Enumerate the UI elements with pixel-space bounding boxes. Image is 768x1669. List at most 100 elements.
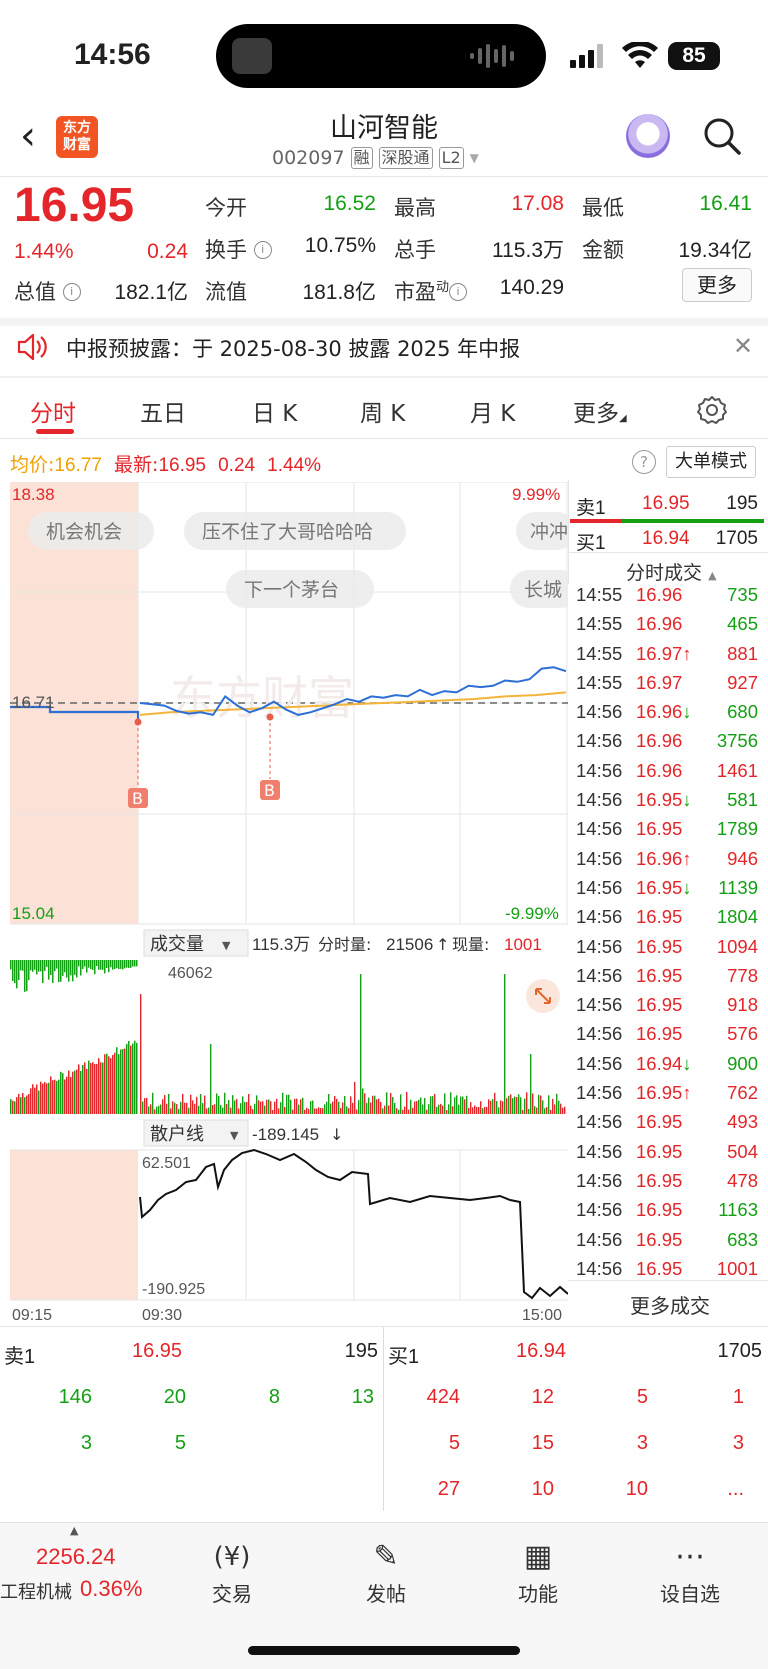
- volume-bar: [96, 1063, 98, 1114]
- volume-bar: [498, 1107, 500, 1114]
- volume-bar: [150, 1104, 152, 1114]
- volume-bar: [354, 1081, 356, 1114]
- volume-bar: [70, 1076, 72, 1114]
- tab-five-day[interactable]: 五日: [140, 394, 186, 428]
- trades-title[interactable]: 分时成交 ▲: [626, 558, 717, 585]
- auction-bar: [72, 960, 74, 982]
- close-icon[interactable]: ✕: [733, 332, 753, 360]
- volume-bar: [496, 1100, 498, 1114]
- more-button[interactable]: 更多: [682, 268, 752, 302]
- volume-bar: [420, 1097, 422, 1114]
- volume-bar: [312, 1100, 314, 1114]
- tab-more[interactable]: 更多◢: [573, 394, 627, 428]
- volume-bar: [206, 1108, 208, 1114]
- volume-bar: [60, 1071, 62, 1114]
- volume-bar: [40, 1081, 42, 1114]
- volume-bar: [522, 1109, 524, 1114]
- volume-bar: [220, 1105, 222, 1114]
- danmaku-bubble: 机会机会: [46, 521, 122, 543]
- retail-bottom-value: -190.925: [142, 1281, 205, 1298]
- trade-time: 14:56: [576, 876, 623, 898]
- settings-gear-icon[interactable]: [696, 394, 728, 426]
- volume-bar: [424, 1098, 426, 1114]
- nav-functions[interactable]: ▦ 功能: [488, 1536, 588, 1607]
- tab-daily-k[interactable]: 日 K: [252, 394, 297, 428]
- volume-bar: [200, 1094, 202, 1114]
- volume-bar: [472, 1107, 474, 1114]
- volume-bar: [44, 1082, 46, 1114]
- nav-trade[interactable]: (¥) 交易: [182, 1536, 282, 1607]
- volume-bar: [34, 1087, 36, 1114]
- volume-bar: [396, 1108, 398, 1114]
- connect-tag: 深股通: [378, 147, 433, 169]
- volume-bar: [384, 1105, 386, 1114]
- notice-text[interactable]: 中报预披露：于 2025-08-30 披露 2025 年中报: [66, 333, 520, 363]
- volume-bar: [148, 1106, 150, 1114]
- intraday-chart[interactable]: 东方财富 B B 机会机会 压不住了大哥哈哈哈 冲冲 下一个茅台 长城 18.3…: [10, 482, 568, 1324]
- trade-row: 14:56 16.95 778: [572, 965, 764, 994]
- volume-bar: [196, 1096, 198, 1114]
- big-order-mode-button[interactable]: 大单模式: [666, 446, 756, 478]
- trade-price: 16.95↓: [636, 876, 692, 898]
- volume-bar: [454, 1097, 456, 1114]
- trade-row: 14:56 16.95 918: [572, 994, 764, 1023]
- tab-intraday[interactable]: 分时: [30, 394, 76, 428]
- time-label-start: 09:15: [12, 1307, 52, 1324]
- trade-row: 14:56 16.95 1001: [572, 1258, 764, 1287]
- volume-bar: [204, 1095, 206, 1114]
- trade-row: 14:56 16.95↑ 762: [572, 1082, 764, 1111]
- volume-bar: [300, 1099, 302, 1114]
- volume-bar: [94, 1063, 96, 1114]
- volume-bar: [442, 1105, 444, 1114]
- auction-bar: [26, 960, 28, 992]
- volume-bar: [298, 1104, 300, 1114]
- volume-bar: [500, 1100, 502, 1114]
- assistant-robot-icon[interactable]: [626, 114, 670, 158]
- high-value: 17.08: [511, 192, 564, 215]
- volume-bar: [74, 1070, 76, 1114]
- sell-queue-order: 5: [174, 1432, 186, 1454]
- low-value: 16.41: [699, 192, 752, 215]
- volume-bar: [284, 1106, 286, 1114]
- volume-bar: [192, 1100, 194, 1114]
- help-icon[interactable]: ?: [632, 450, 656, 474]
- sector-change[interactable]: 0.36%: [80, 1576, 142, 1602]
- trade-row: 14:56 16.95 683: [572, 1229, 764, 1258]
- volume-bar: [156, 1106, 158, 1114]
- trade-volume: 576: [727, 1023, 758, 1045]
- volume-bar: [414, 1101, 416, 1114]
- volume-bar: [76, 1069, 78, 1114]
- more-trades-button[interactable]: 更多成交: [572, 1290, 768, 1319]
- volume-bar: [230, 1107, 232, 1114]
- volume-bar: [90, 1063, 92, 1114]
- trade-price: 16.95: [636, 1257, 683, 1279]
- auction-bar: [108, 960, 110, 973]
- search-icon[interactable]: [702, 116, 742, 156]
- volume-bar: [332, 1101, 334, 1114]
- volume-bar: [126, 1043, 128, 1114]
- trade-row: 14:56 16.96↑ 946: [572, 848, 764, 877]
- trade-row: 14:56 16.96 1461: [572, 760, 764, 789]
- trade-volume: 465: [727, 613, 758, 635]
- auction-bar: [66, 960, 68, 978]
- volume-bar: [532, 1093, 534, 1114]
- volume-bar: [270, 1101, 272, 1114]
- stock-code-row[interactable]: 002097 融 深股通 L2 ▼: [272, 147, 479, 169]
- nav-post[interactable]: ✎ 发帖: [336, 1536, 436, 1607]
- sector-name[interactable]: 工程机械: [0, 1578, 72, 1604]
- buy-queue-order: ...: [727, 1478, 744, 1500]
- trade-price: 16.95: [636, 1111, 683, 1133]
- volume-bar: [222, 1107, 224, 1114]
- tab-monthly-k[interactable]: 月 K: [470, 394, 515, 428]
- volume-bar: [18, 1093, 20, 1114]
- compose-icon: ✎: [373, 1539, 399, 1574]
- nav-add-watchlist[interactable]: ⋯ 设自选: [640, 1536, 740, 1607]
- tab-weekly-k[interactable]: 周 K: [360, 394, 405, 428]
- volume-bar: [552, 1098, 554, 1114]
- volume-bar: [46, 1083, 48, 1114]
- trade-volume: 493: [727, 1111, 758, 1133]
- volume-bar: [560, 1103, 562, 1114]
- auction-bar: [24, 960, 26, 992]
- sector-index-value[interactable]: 2256.24: [36, 1544, 116, 1570]
- total-value: 182.1亿: [114, 281, 188, 304]
